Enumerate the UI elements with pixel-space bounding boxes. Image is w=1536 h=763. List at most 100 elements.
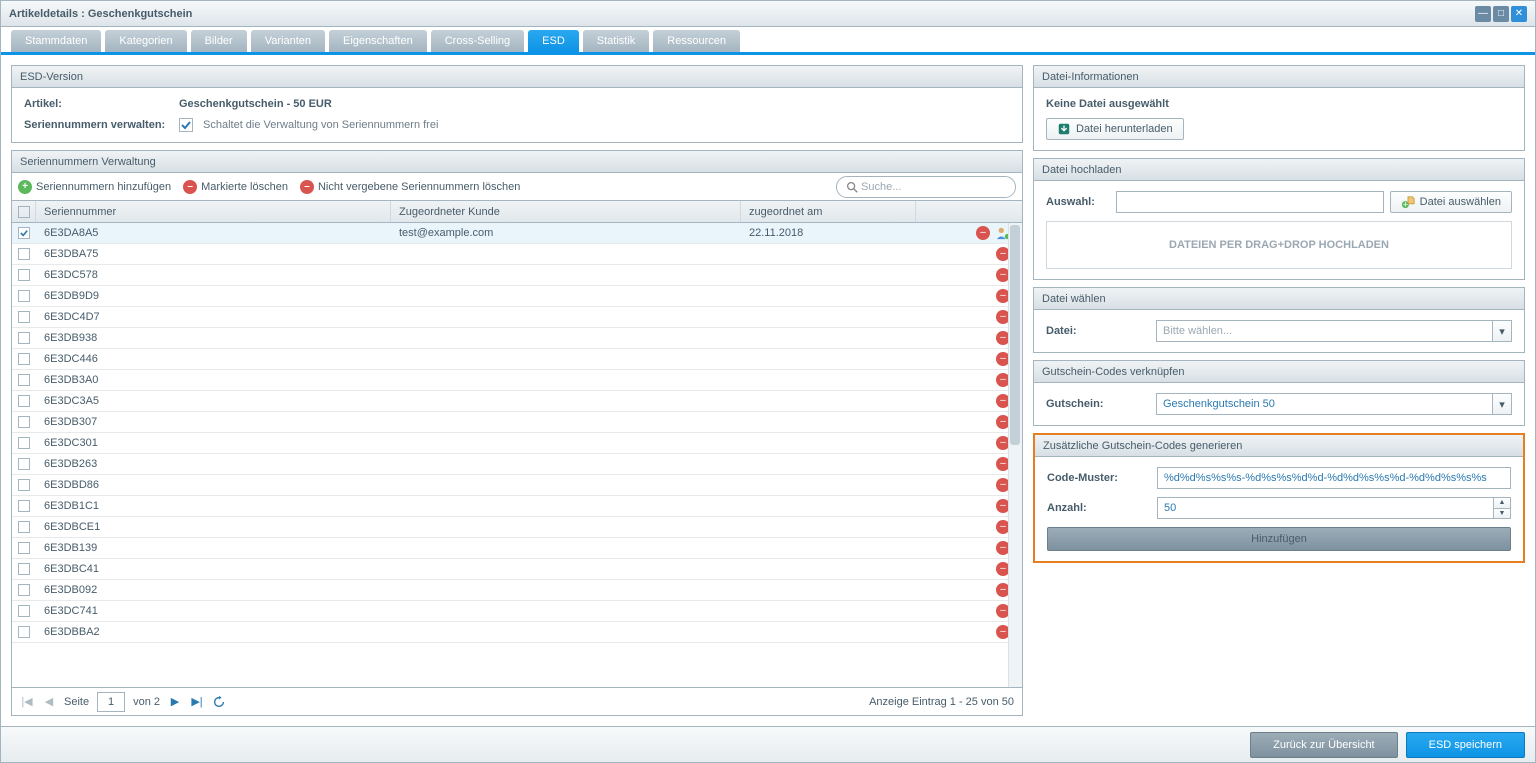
pager-page-input[interactable]: [97, 692, 125, 712]
cell-serial: 6E3DBA75: [36, 244, 391, 264]
row-checkbox[interactable]: [18, 416, 30, 428]
spinner-down-icon[interactable]: ▼: [1494, 509, 1510, 519]
cell-assigned: [741, 412, 916, 432]
table-row[interactable]: 6E3DC446–: [12, 349, 1022, 370]
close-icon[interactable]: ✕: [1511, 6, 1527, 22]
add-serial-button[interactable]: + Seriennummern hinzufügen: [18, 180, 171, 194]
pager-refresh-icon[interactable]: [212, 695, 226, 709]
table-row[interactable]: 6E3DC4D7–: [12, 307, 1022, 328]
pager-first-icon[interactable]: |◀: [20, 695, 34, 709]
minimize-icon[interactable]: —: [1475, 6, 1491, 22]
row-checkbox[interactable]: [18, 521, 30, 533]
tab-cross-selling[interactable]: Cross-Selling: [431, 30, 524, 52]
checkbox-serial-manage[interactable]: [179, 118, 193, 132]
row-checkbox[interactable]: [18, 563, 30, 575]
table-row[interactable]: 6E3DBA75–: [12, 244, 1022, 265]
row-checkbox[interactable]: [18, 353, 30, 365]
table-row[interactable]: 6E3DC741–: [12, 601, 1022, 622]
row-checkbox[interactable]: [18, 479, 30, 491]
tab-stammdaten[interactable]: Stammdaten: [11, 30, 101, 52]
col-assigned[interactable]: zugeordnet am: [741, 201, 916, 222]
delete-marked-button[interactable]: – Markierte löschen: [183, 180, 288, 194]
upload-path-input[interactable]: [1116, 191, 1384, 213]
code-pattern-input[interactable]: [1157, 467, 1511, 489]
row-checkbox[interactable]: [18, 290, 30, 302]
delete-unassigned-button[interactable]: – Nicht vergebene Seriennummern löschen: [300, 180, 520, 194]
table-row[interactable]: 6E3DBD86–: [12, 475, 1022, 496]
add-codes-button[interactable]: Hinzufügen: [1047, 527, 1511, 551]
table-row[interactable]: 6E3DBC41–: [12, 559, 1022, 580]
row-checkbox[interactable]: [18, 248, 30, 260]
row-checkbox[interactable]: [18, 500, 30, 512]
scrollbar[interactable]: [1008, 223, 1022, 687]
table-row[interactable]: 6E3DBCE1–: [12, 517, 1022, 538]
tab-esd[interactable]: ESD: [528, 30, 579, 52]
cell-serial: 6E3DC4D7: [36, 307, 391, 327]
col-serial[interactable]: Seriennummer: [36, 201, 391, 222]
count-input[interactable]: [1157, 497, 1493, 519]
table-row[interactable]: 6E3DC3A5–: [12, 391, 1022, 412]
spinner-up-icon[interactable]: ▲: [1494, 498, 1510, 509]
table-row[interactable]: 6E3DA8A5test@example.com22.11.2018–: [12, 223, 1022, 244]
table-row[interactable]: 6E3DC578–: [12, 265, 1022, 286]
search-field[interactable]: [836, 176, 1016, 198]
checkbox-select-all[interactable]: [18, 206, 30, 218]
row-checkbox[interactable]: [18, 605, 30, 617]
table-row[interactable]: 6E3DB092–: [12, 580, 1022, 601]
delete-row-icon[interactable]: –: [976, 226, 990, 240]
cell-serial: 6E3DB092: [36, 580, 391, 600]
table-row[interactable]: 6E3DBBA2–: [12, 622, 1022, 643]
cell-serial: 6E3DBC41: [36, 559, 391, 579]
tab-varianten[interactable]: Varianten: [251, 30, 325, 52]
grid-body[interactable]: 6E3DA8A5test@example.com22.11.2018–6E3DB…: [12, 223, 1022, 687]
voucher-combo-input[interactable]: [1156, 393, 1492, 415]
pager-of-label: von 2: [133, 696, 160, 708]
row-checkbox[interactable]: [18, 227, 30, 239]
maximize-icon[interactable]: □: [1493, 6, 1509, 22]
row-checkbox[interactable]: [18, 311, 30, 323]
cell-assigned: [741, 265, 916, 285]
row-checkbox[interactable]: [18, 458, 30, 470]
row-checkbox[interactable]: [18, 395, 30, 407]
count-spinner[interactable]: ▲ ▼: [1493, 497, 1511, 519]
cell-customer: [391, 412, 741, 432]
table-row[interactable]: 6E3DB9D9–: [12, 286, 1022, 307]
plus-file-icon: +: [1401, 195, 1415, 209]
row-checkbox[interactable]: [18, 269, 30, 281]
row-checkbox[interactable]: [18, 626, 30, 638]
download-file-button[interactable]: Datei herunterladen: [1046, 118, 1184, 140]
tab-statistik[interactable]: Statistik: [583, 30, 650, 52]
table-row[interactable]: 6E3DB139–: [12, 538, 1022, 559]
search-input[interactable]: [859, 180, 1007, 194]
tab-kategorien[interactable]: Kategorien: [105, 30, 186, 52]
choose-file-button[interactable]: + Datei auswählen: [1390, 191, 1512, 213]
table-row[interactable]: 6E3DC301–: [12, 433, 1022, 454]
table-row[interactable]: 6E3DB263–: [12, 454, 1022, 475]
tab-eigenschaften[interactable]: Eigenschaften: [329, 30, 427, 52]
cell-assigned: [741, 244, 916, 264]
cell-customer: [391, 391, 741, 411]
pager-page-label: Seite: [64, 696, 89, 708]
row-checkbox[interactable]: [18, 437, 30, 449]
pager-prev-icon[interactable]: ◀: [42, 695, 56, 709]
back-button[interactable]: Zurück zur Übersicht: [1250, 732, 1397, 758]
row-checkbox[interactable]: [18, 584, 30, 596]
tab-bilder[interactable]: Bilder: [191, 30, 247, 52]
table-row[interactable]: 6E3DB3A0–: [12, 370, 1022, 391]
tab-ressourcen[interactable]: Ressourcen: [653, 30, 740, 52]
chevron-down-icon[interactable]: ▾: [1492, 393, 1512, 415]
table-row[interactable]: 6E3DB307–: [12, 412, 1022, 433]
file-info-none: Keine Datei ausgewählt: [1046, 98, 1512, 110]
row-checkbox[interactable]: [18, 332, 30, 344]
dropzone[interactable]: DATEIEN PER DRAG+DROP HOCHLADEN: [1046, 221, 1512, 269]
table-row[interactable]: 6E3DB1C1–: [12, 496, 1022, 517]
save-button[interactable]: ESD speichern: [1406, 732, 1525, 758]
row-checkbox[interactable]: [18, 374, 30, 386]
chevron-down-icon[interactable]: ▾: [1492, 320, 1512, 342]
row-checkbox[interactable]: [18, 542, 30, 554]
col-customer[interactable]: Zugeordneter Kunde: [391, 201, 741, 222]
pager-next-icon[interactable]: ▶: [168, 695, 182, 709]
pager-last-icon[interactable]: ▶|: [190, 695, 204, 709]
file-combo-input[interactable]: [1156, 320, 1492, 342]
table-row[interactable]: 6E3DB938–: [12, 328, 1022, 349]
